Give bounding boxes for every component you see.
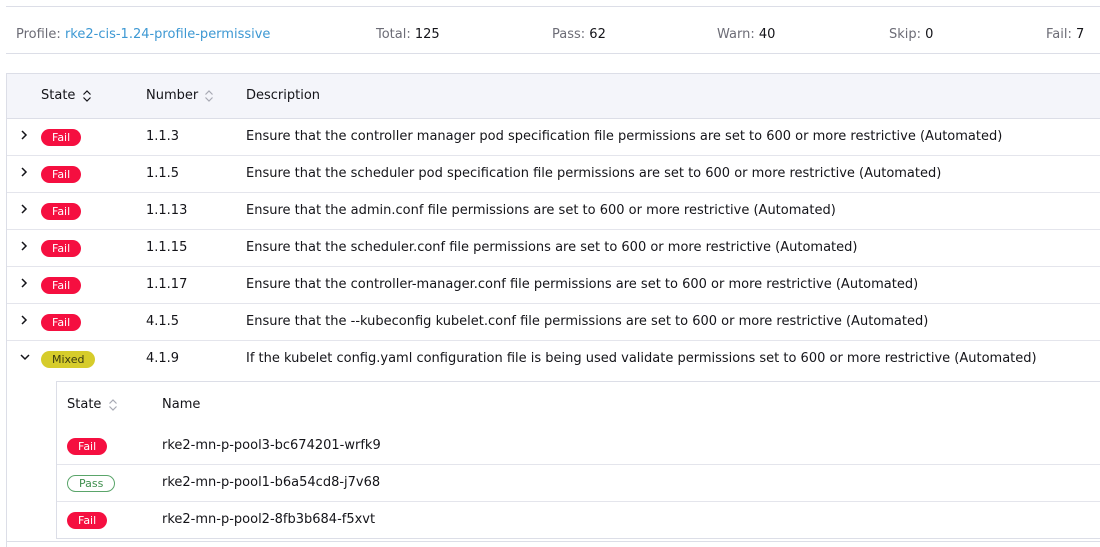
chevron-right-icon[interactable] [19,166,29,178]
check-number: 4.1.5 [146,314,180,329]
node-row: Fail rke2-mn-p-pool3-bc674201-wrfk9 [57,428,1100,465]
check-description: If the kubelet config.yaml configuration… [246,351,1037,366]
table-row[interactable]: Fail 1.1.15 Ensure that the scheduler.co… [7,230,1100,267]
pass-summary: Pass: 62 [552,27,606,42]
sort-icon [108,398,117,411]
node-state-badge: Fail [67,512,108,529]
table-row[interactable]: Fail 1.1.17 Ensure that the controller-m… [7,267,1100,304]
state-badge: Fail [41,166,82,183]
state-badge: Fail [41,240,82,257]
check-number: 1.1.3 [146,129,180,144]
warn-summary: Warn: 40 [717,27,775,42]
total-value: 125 [414,27,440,42]
node-state-badge: Fail [67,438,108,455]
profile-summary: Profile: rke2-cis-1.24-profile-permissiv… [16,27,270,42]
description-column-header: Description [246,88,320,103]
top-divider [6,6,1100,7]
warn-value: 40 [758,27,776,42]
check-number: 4.1.9 [146,351,180,366]
check-number: 1.1.17 [146,277,188,292]
profile-label: Profile: [16,27,61,42]
state-badge: Fail [41,203,82,220]
check-description: Ensure that the controller-manager.conf … [246,277,919,292]
chevron-down-icon[interactable] [19,351,31,363]
table-row-expanded[interactable]: Mixed 4.1.9 If the kubelet config.yaml c… [7,341,1100,378]
check-description: Ensure that the controller manager pod s… [246,129,1003,144]
node-results-subtable: State Name Fail rke2-mn-p-pool3-bc674201… [56,381,1100,539]
table-row[interactable]: Fail 4.1.5 Ensure that the --kubeconfig … [7,304,1100,341]
check-description: Ensure that the scheduler pod specificat… [246,166,942,181]
chevron-right-icon[interactable] [19,314,29,326]
skip-label: Skip: [889,27,922,42]
node-state-badge: Pass [67,475,116,492]
cis-results-table: State Number Description Fail 1.1.3 Ensu… [6,73,1100,547]
scan-summary-bar: Profile: rke2-cis-1.24-profile-permissiv… [6,16,1100,54]
warn-label: Warn: [717,27,755,42]
node-state-column-header[interactable]: State [67,397,118,412]
pass-value: 62 [589,27,606,42]
node-name-column-header: Name [162,397,200,412]
number-column-header[interactable]: Number [146,88,214,103]
chevron-right-icon[interactable] [19,129,29,141]
fail-label: Fail: [1046,27,1072,42]
check-description: Ensure that the scheduler.conf file perm… [246,240,858,255]
node-state-header-label: State [67,397,102,412]
chevron-right-icon[interactable] [19,240,29,252]
node-row: Fail rke2-mn-p-pool2-8fb3b684-f5xvt [57,502,1100,539]
state-header-label: State [41,88,76,103]
chevron-right-icon[interactable] [19,277,29,289]
profile-link[interactable]: rke2-cis-1.24-profile-permissive [65,27,270,42]
node-row: Pass rke2-mn-p-pool1-b6a54cd8-j7v68 [57,465,1100,502]
check-number: 1.1.13 [146,203,188,218]
node-name: rke2-mn-p-pool2-8fb3b684-f5xvt [162,512,376,527]
total-summary: Total: 125 [376,27,440,42]
table-row[interactable]: Fail 1.1.13 Ensure that the admin.conf f… [7,193,1100,230]
table-row[interactable]: Fail 1.1.3 Ensure that the controller ma… [7,119,1100,156]
state-badge: Mixed [41,351,96,368]
number-header-label: Number [146,88,199,103]
check-description: Ensure that the --kubeconfig kubelet.con… [246,314,929,329]
description-header-label: Description [246,88,321,103]
fail-summary: Fail: 7 [1046,27,1084,42]
sort-icon [205,89,214,102]
state-column-header[interactable]: State [41,88,92,103]
fail-value: 7 [1076,27,1085,42]
table-header: State Number Description [7,74,1100,119]
chevron-right-icon[interactable] [19,203,29,215]
node-name: rke2-mn-p-pool3-bc674201-wrfk9 [162,438,381,453]
check-number: 1.1.15 [146,240,188,255]
node-name: rke2-mn-p-pool1-b6a54cd8-j7v68 [162,475,381,490]
sort-icon [82,89,91,102]
pass-label: Pass: [552,27,586,42]
state-badge: Fail [41,277,82,294]
check-description: Ensure that the admin.conf file permissi… [246,203,836,218]
node-name-header-label: Name [162,397,201,412]
skip-summary: Skip: 0 [889,27,933,42]
state-badge: Fail [41,129,82,146]
state-badge: Fail [41,314,82,331]
skip-value: 0 [925,27,934,42]
check-number: 1.1.5 [146,166,180,181]
subtable-header: State Name [57,382,1100,428]
total-label: Total: [376,27,411,42]
bottom-divider [6,541,1100,542]
table-row[interactable]: Fail 1.1.5 Ensure that the scheduler pod… [7,156,1100,193]
